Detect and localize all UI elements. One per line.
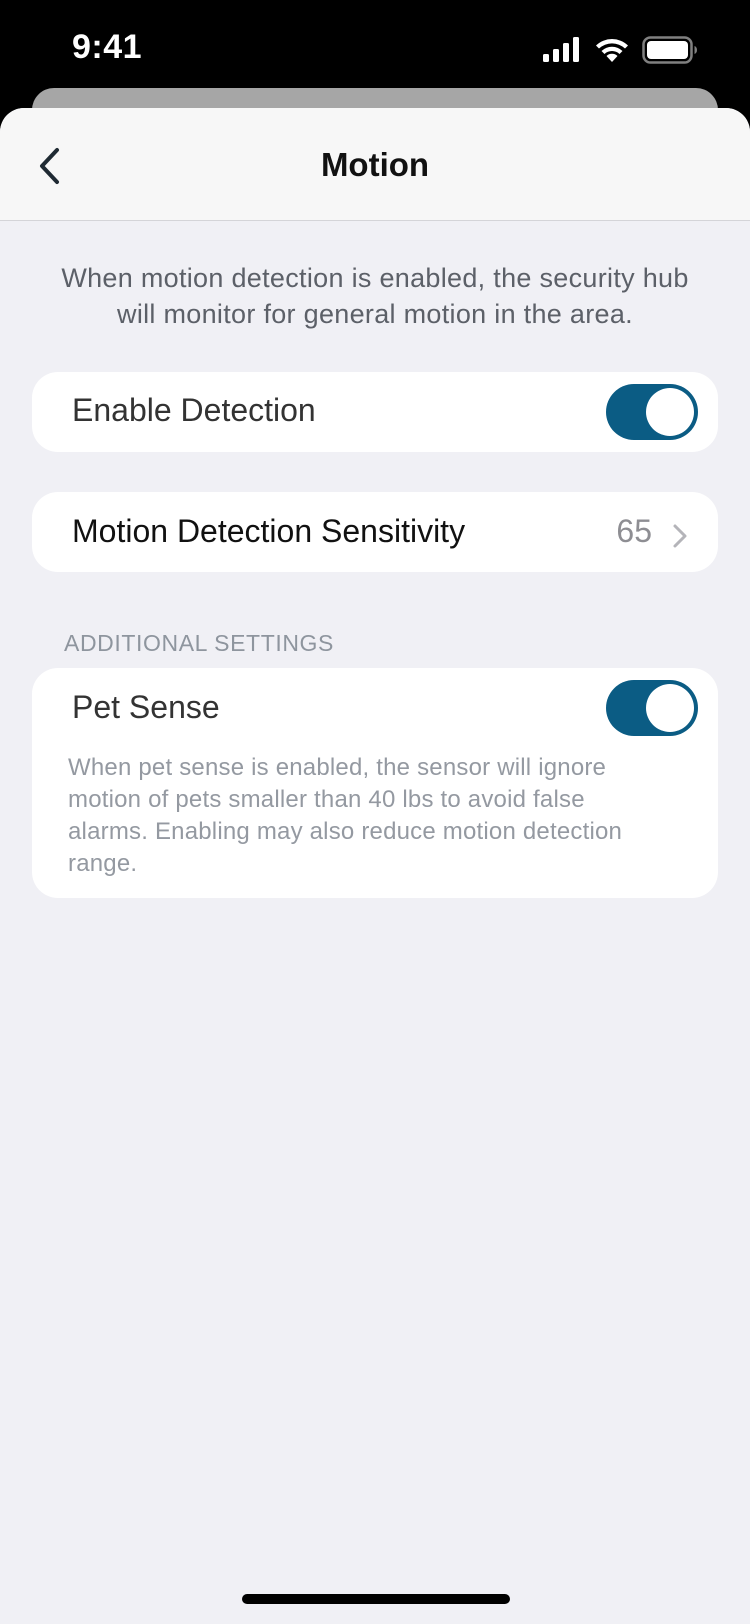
status-bar: 9:41 [0, 0, 750, 96]
motion-settings-sheet: Motion When motion detection is enabled,… [0, 108, 750, 1624]
enable-detection-label: Enable Detection [72, 392, 316, 428]
pet-sense-row: Pet Sense When pet sense is enabled, the… [32, 668, 718, 898]
pet-sense-label: Pet Sense [72, 689, 220, 725]
status-time: 9:41 [72, 28, 143, 66]
screen: 9:41 Motion When motion detection is ena… [0, 0, 750, 1624]
chevron-right-icon [673, 524, 687, 548]
sensitivity-label: Motion Detection Sensitivity [72, 513, 466, 549]
wifi-icon [596, 39, 628, 62]
toggle-knob [646, 684, 694, 732]
battery-icon [642, 36, 697, 64]
section-header-additional: ADDITIONAL SETTINGS [64, 630, 334, 656]
home-indicator [242, 1594, 510, 1604]
status-icons [542, 36, 698, 64]
signal-icon [543, 37, 579, 62]
enable-detection-row: Enable Detection [32, 372, 718, 452]
page-title: Motion [320, 146, 430, 183]
pet-sense-toggle[interactable] [606, 680, 698, 736]
toggle-knob [646, 388, 694, 436]
pet-sense-description: When pet sense is enabled, the sensor wi… [68, 754, 623, 877]
intro-description: When motion detection is enabled, the se… [61, 263, 689, 329]
sensitivity-value: 65 [616, 513, 652, 549]
enable-detection-toggle[interactable] [606, 384, 698, 440]
nav-bar: Motion [0, 108, 750, 221]
sensitivity-row[interactable]: Motion Detection Sensitivity 65 [32, 492, 718, 572]
